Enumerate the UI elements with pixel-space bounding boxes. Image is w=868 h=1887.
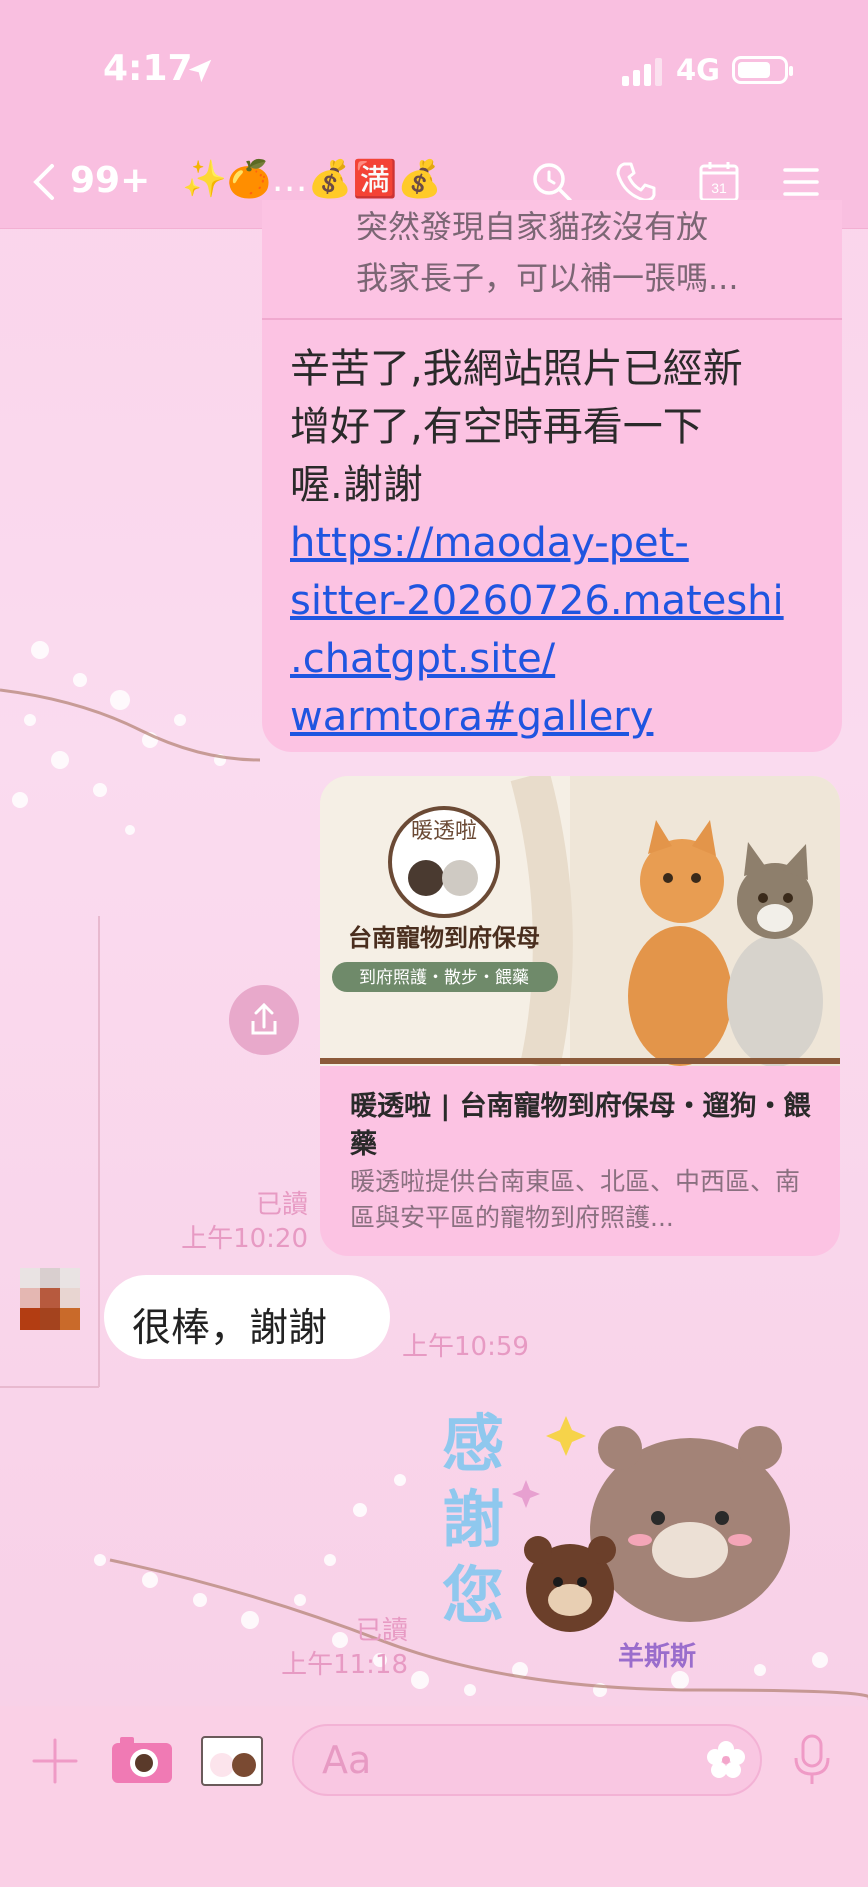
microphone-icon[interactable]	[788, 1732, 836, 1788]
clock: 4:17	[103, 48, 193, 89]
logo-text: 暖透啦	[411, 818, 477, 843]
photo-icon[interactable]	[200, 1735, 264, 1787]
network-type: 4G	[676, 53, 720, 87]
incoming-message-text: 很棒，謝謝	[132, 1306, 328, 1351]
sticker-text: 感謝您	[442, 1407, 505, 1632]
card-title: 暖透啦 | 台南寵物到府保母・遛狗・餵藥	[350, 1091, 811, 1160]
preview-image: 暖透啦 台南寵物到府保母 到府照護・散步・餵藥	[320, 776, 840, 1071]
battery-icon	[732, 56, 793, 84]
calendar-day: 31	[711, 180, 727, 196]
signal-icon	[622, 58, 662, 86]
message-time: 上午10:20	[181, 1224, 308, 1254]
unread-count[interactable]: 99+	[70, 160, 150, 201]
sticker-thanks[interactable]: 感謝您 羊斯斯	[440, 1400, 820, 1680]
read-receipt: 已讀	[255, 1190, 308, 1220]
link-preview-card[interactable]: 暖透啦 台南寵物到府保母 到府照護・散步・餵藥 暖透啦 | 台南寵物到府保母・遛…	[320, 776, 840, 1256]
calendar-icon[interactable]: 31	[697, 160, 741, 204]
chevron-left-icon[interactable]	[24, 160, 68, 204]
sticker-credit: 羊斯斯	[618, 1642, 697, 1672]
share-button[interactable]	[229, 985, 299, 1055]
sticker-time: 上午11:18	[281, 1650, 408, 1680]
quote-divider	[262, 318, 842, 320]
incoming-message-time: 上午10:59	[402, 1332, 529, 1362]
gallery-link[interactable]: https://maoday-pet- sitter-20260726.mate…	[290, 514, 820, 746]
quote-line-1: 突然發現自家貓孩沒有放	[356, 210, 709, 240]
reply-text: 辛苦了,我網站照片已經新 增好了,有空時再看一下 喔.謝謝 https://ma…	[290, 340, 820, 746]
phone-icon[interactable]	[614, 160, 658, 204]
camera-icon[interactable]	[110, 1735, 174, 1787]
menu-icon[interactable]	[779, 160, 823, 204]
location-arrow-icon	[188, 59, 212, 83]
banner-subtitle: 到府照護・散步・餵藥	[359, 968, 529, 987]
card-description: 暖透啦提供台南東區、北區、中西區、南區與安平區的寵物到府照護...	[350, 1167, 801, 1232]
quote-line-2: 我家長子，可以補一張嗎...	[356, 259, 739, 297]
message-input-placeholder: Aa	[322, 1738, 372, 1782]
search-icon[interactable]	[530, 160, 574, 204]
avatar[interactable]	[20, 1268, 80, 1330]
flower-emoji-icon[interactable]	[706, 1740, 746, 1780]
sticker-read-receipt: 已讀	[355, 1616, 408, 1646]
chat-title[interactable]: ✨🍊…💰🈵💰	[182, 158, 442, 200]
plus-icon[interactable]	[32, 1738, 78, 1784]
share-icon	[251, 1002, 277, 1035]
banner-title: 台南寵物到府保母	[348, 924, 540, 952]
